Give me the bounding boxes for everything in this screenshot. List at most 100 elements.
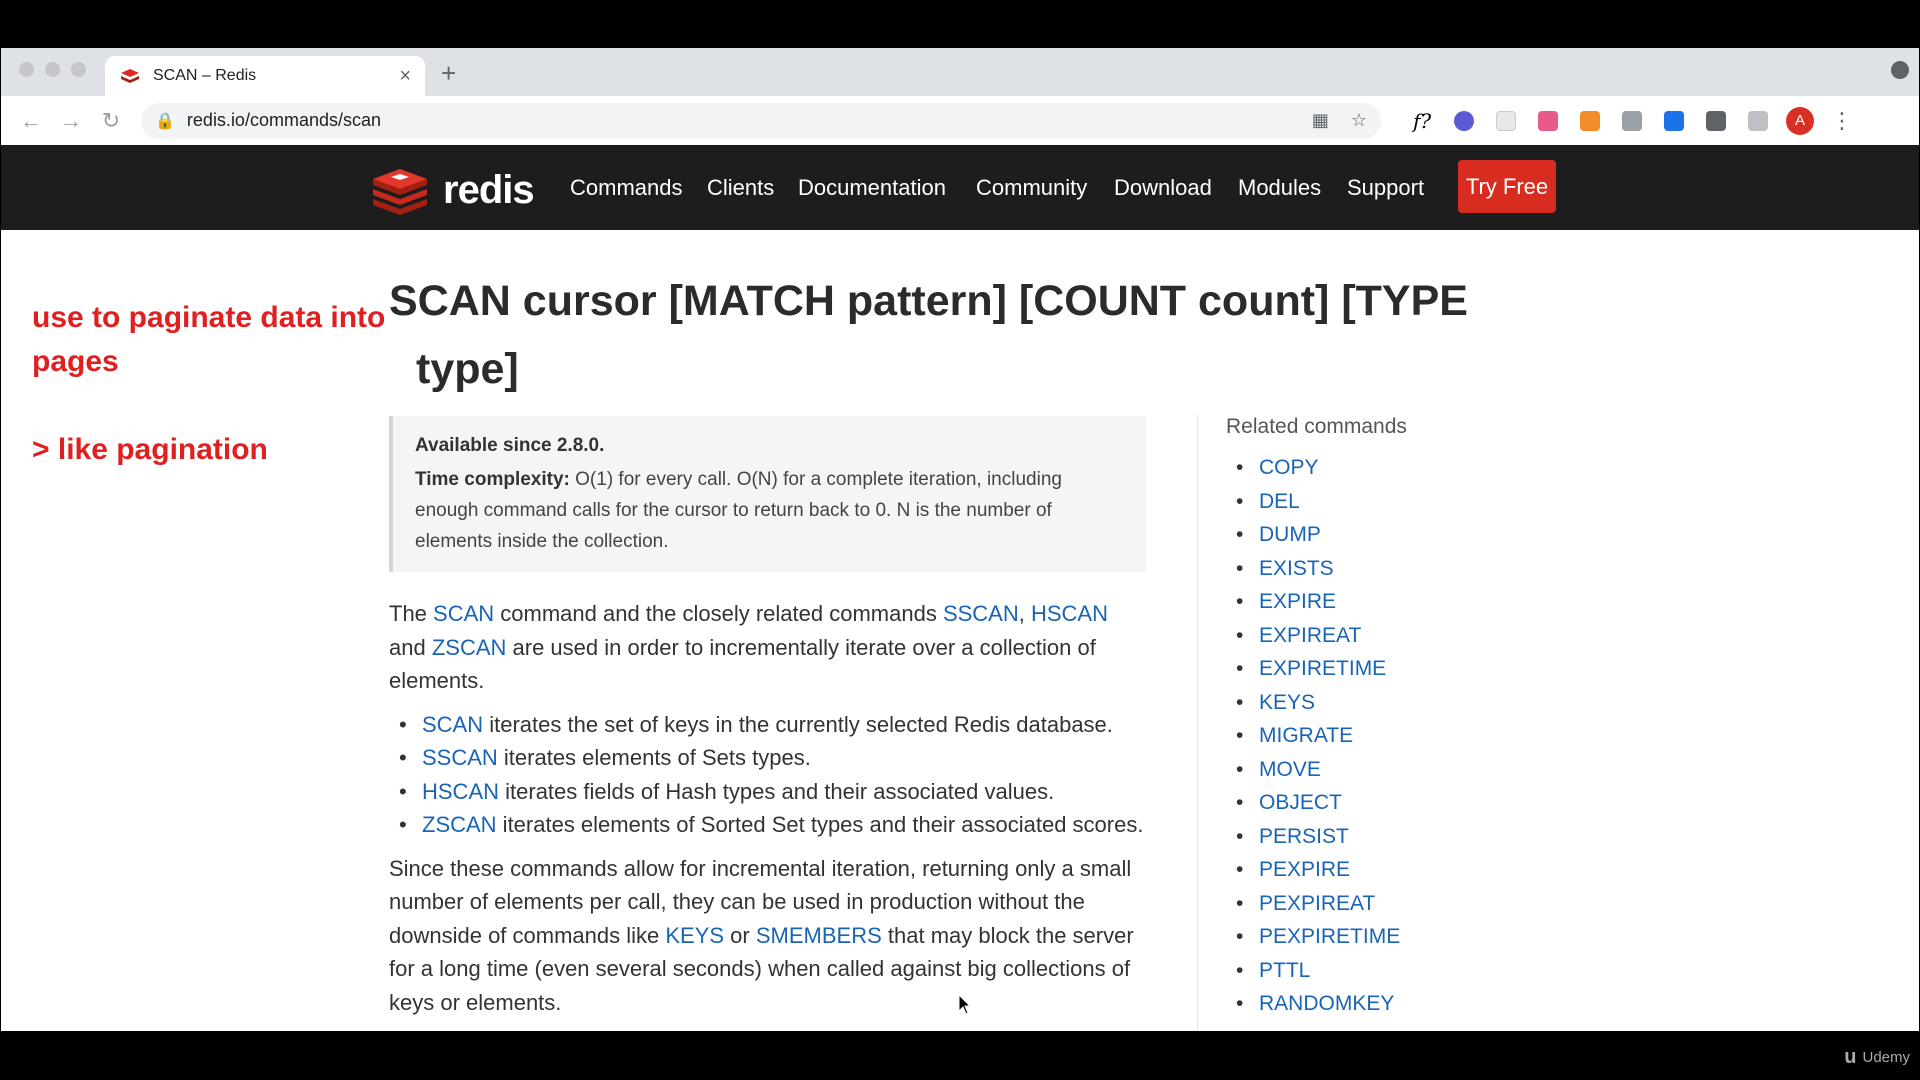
available-since: Available since 2.8.0. <box>415 435 605 456</box>
extension-badge-icon[interactable] <box>1527 110 1569 131</box>
lock-icon[interactable]: 🔒 <box>155 111 175 131</box>
watermark-text: Udemy <box>1862 1049 1910 1066</box>
related-link-exists[interactable]: EXISTS <box>1259 557 1334 580</box>
window-zoom-dot[interactable] <box>71 62 86 77</box>
related-item: PEXPIRETIME <box>1226 920 1626 954</box>
nav-link-download[interactable]: Download <box>1114 175 1212 201</box>
intro-text: command and the closely related commands <box>494 601 943 626</box>
related-link-pexpire[interactable]: PEXPIRE <box>1259 858 1350 881</box>
related-item: EXISTS <box>1226 552 1626 586</box>
extension-fox-icon[interactable] <box>1569 110 1611 131</box>
nav-link-clients[interactable]: Clients <box>707 175 774 201</box>
related-item: OBJECT <box>1226 786 1626 820</box>
browser-tab[interactable]: SCAN – Redis × <box>105 56 425 96</box>
complexity-label: Time complexity: <box>415 469 570 490</box>
related-link-persist[interactable]: PERSIST <box>1259 825 1349 848</box>
try-free-button[interactable]: Try Free <box>1458 160 1556 213</box>
browser-menu-icon[interactable]: ⋮ <box>1821 108 1863 134</box>
related-link-move[interactable]: MOVE <box>1259 758 1321 781</box>
related-item: DUMP <box>1226 518 1626 552</box>
link-sscan[interactable]: SSCAN <box>422 745 498 770</box>
instructor-annotation: use to paginate data into pages > like p… <box>32 296 412 472</box>
redis-favicon-icon <box>121 69 139 83</box>
url-text[interactable]: redis.io/commands/scan <box>187 110 1290 131</box>
related-commands: Related commands COPY DEL DUMP EXISTS EX… <box>1226 415 1626 1021</box>
avatar-letter: A <box>1786 106 1814 135</box>
related-link-migrate[interactable]: MIGRATE <box>1259 724 1353 747</box>
related-item: MOVE <box>1226 753 1626 787</box>
page-title-line1: SCAN cursor [MATCH pattern] [COUNT count… <box>389 277 1468 325</box>
related-link-dump[interactable]: DUMP <box>1259 523 1321 546</box>
related-link-object[interactable]: OBJECT <box>1259 791 1342 814</box>
related-item: PERSIST <box>1226 820 1626 854</box>
nav-link-commands[interactable]: Commands <box>570 175 682 201</box>
link-keys[interactable]: KEYS <box>665 923 724 948</box>
list-item-text: iterates elements of Sorted Set types an… <box>496 812 1144 837</box>
command-info-box: Available since 2.8.0. Time complexity: … <box>389 416 1146 572</box>
related-item: COPY <box>1226 451 1626 485</box>
link-zscan[interactable]: ZSCAN <box>432 635 507 660</box>
related-link-expireat[interactable]: EXPIREAT <box>1259 624 1361 647</box>
annotation-line1: use to paginate data into pages <box>32 301 386 378</box>
extensions-puzzle-icon[interactable] <box>1695 110 1737 131</box>
intro-text: , <box>1018 601 1031 626</box>
related-link-expiretime[interactable]: EXPIRETIME <box>1259 657 1386 680</box>
extension-chart-icon[interactable] <box>1611 110 1653 131</box>
intro-text: and <box>389 634 432 660</box>
second-paragraph: Since these commands allow for increment… <box>389 852 1149 1020</box>
reload-icon[interactable]: ↻ <box>91 108 131 134</box>
extension-formula-icon[interactable]: f? <box>1401 109 1443 133</box>
related-link-del[interactable]: DEL <box>1259 490 1300 513</box>
browser-chrome: SCAN – Redis × + ← → ↻ 🔒 redis.io/comman… <box>1 48 1919 145</box>
link-scan[interactable]: SCAN <box>433 601 494 626</box>
reading-list-icon[interactable] <box>1737 110 1779 131</box>
window-minimize-dot[interactable] <box>45 62 60 77</box>
new-tab-button[interactable]: + <box>441 58 456 89</box>
list-item: ZSCAN iterates elements of Sorted Set ty… <box>389 808 1149 842</box>
list-item: SSCAN iterates elements of Sets types. <box>389 741 1149 775</box>
list-item-text: iterates fields of Hash types and their … <box>499 778 1055 804</box>
window-close-dot[interactable] <box>19 62 34 77</box>
command-description: The SCAN command and the closely related… <box>389 597 1149 1019</box>
back-icon[interactable]: ← <box>11 108 51 134</box>
related-item: EXPIRETIME <box>1226 652 1626 686</box>
related-link-randomkey[interactable]: RANDOMKEY <box>1259 992 1394 1015</box>
forward-icon[interactable]: → <box>51 108 91 134</box>
bookmark-star-icon[interactable]: ☆ <box>1351 110 1367 131</box>
qr-code-icon[interactable]: ▦ <box>1312 110 1329 131</box>
related-link-expire[interactable]: EXPIRE <box>1259 590 1336 613</box>
related-link-pexpiretime[interactable]: PEXPIRETIME <box>1259 925 1400 948</box>
extension-book-icon[interactable] <box>1653 110 1695 131</box>
link-scan[interactable]: SCAN <box>422 712 483 737</box>
extension-gear-icon[interactable] <box>1443 110 1485 131</box>
nav-link-support[interactable]: Support <box>1347 175 1424 201</box>
paragraph-text: or <box>724 922 756 948</box>
related-link-pttl[interactable]: PTTL <box>1259 959 1310 982</box>
browser-toolbar: ← → ↻ 🔒 redis.io/commands/scan ▦ ☆ f? A … <box>1 96 1919 145</box>
link-smembers[interactable]: SMEMBERS <box>756 923 882 948</box>
nav-link-documentation[interactable]: Documentation <box>798 175 946 201</box>
link-sscan[interactable]: SSCAN <box>943 601 1019 626</box>
extension-grid-icon[interactable] <box>1485 110 1527 131</box>
nav-link-modules[interactable]: Modules <box>1238 175 1321 201</box>
site-navbar: redis Commands Clients Documentation Com… <box>1 145 1919 230</box>
screen-frame: SCAN – Redis × + ← → ↻ 🔒 redis.io/comman… <box>0 0 1920 1080</box>
profile-avatar[interactable]: A <box>1779 106 1821 135</box>
address-bar[interactable]: 🔒 redis.io/commands/scan ▦ ☆ <box>141 102 1381 139</box>
related-title: Related commands <box>1226 415 1407 438</box>
tab-search-icon[interactable] <box>1891 61 1909 79</box>
redis-logo[interactable]: redis <box>369 165 535 215</box>
related-item: MIGRATE <box>1226 719 1626 753</box>
link-hscan[interactable]: HSCAN <box>422 779 499 804</box>
nav-link-community[interactable]: Community <box>976 175 1087 201</box>
related-link-pexpireat[interactable]: PEXPIREAT <box>1259 892 1375 915</box>
related-link-copy[interactable]: COPY <box>1259 456 1319 479</box>
link-hscan[interactable]: HSCAN <box>1031 601 1108 626</box>
tab-close-icon[interactable]: × <box>399 65 411 88</box>
logo-text: redis <box>443 167 535 212</box>
link-zscan[interactable]: ZSCAN <box>422 812 497 837</box>
related-link-keys[interactable]: KEYS <box>1259 691 1315 714</box>
list-item-text: iterates elements of Sets types. <box>497 745 811 770</box>
redis-cube-icon <box>373 169 427 215</box>
related-item: EXPIRE <box>1226 585 1626 619</box>
